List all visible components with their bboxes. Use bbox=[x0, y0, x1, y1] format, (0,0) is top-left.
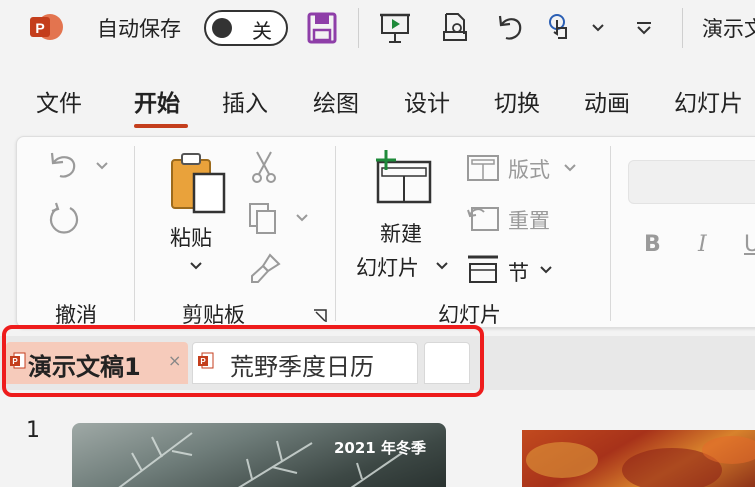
present-from-start-icon[interactable] bbox=[378, 12, 412, 44]
italic-button[interactable]: I bbox=[698, 232, 707, 257]
tab-animations[interactable]: 动画 bbox=[584, 84, 630, 118]
print-preview-icon[interactable] bbox=[440, 12, 470, 44]
underline-button[interactable]: U bbox=[744, 232, 755, 257]
chevron-down-icon[interactable] bbox=[590, 12, 606, 44]
slide-thumbnail-title: 2021 年冬季 bbox=[334, 439, 426, 457]
chevron-down-icon[interactable] bbox=[188, 258, 204, 274]
save-icon[interactable] bbox=[305, 12, 339, 44]
chevron-down-icon[interactable] bbox=[94, 158, 110, 174]
redo-icon[interactable] bbox=[46, 200, 82, 236]
new-slide-label-line1[interactable]: 新建 bbox=[380, 218, 422, 248]
tab-design[interactable]: 设计 bbox=[404, 84, 450, 118]
tab-insert[interactable]: 插入 bbox=[222, 84, 268, 118]
layout-label[interactable]: 版式 bbox=[508, 154, 550, 184]
main-slide-preview[interactable] bbox=[522, 430, 755, 487]
format-painter-icon[interactable] bbox=[248, 252, 282, 286]
section-label[interactable]: 节 bbox=[508, 257, 529, 287]
dialog-launcher-icon[interactable] bbox=[312, 308, 328, 324]
bold-button[interactable]: B bbox=[644, 232, 661, 257]
toolbar-divider bbox=[358, 8, 359, 48]
powerpoint-logo-icon[interactable]: P bbox=[28, 12, 64, 42]
autosave-label: 自动保存 bbox=[97, 17, 181, 41]
new-slide-icon[interactable] bbox=[372, 148, 434, 206]
section-icon[interactable] bbox=[466, 254, 500, 286]
tab-home[interactable]: 开始 bbox=[134, 84, 180, 118]
highlight-box bbox=[2, 325, 484, 397]
svg-text:P: P bbox=[35, 20, 44, 36]
tab-draw[interactable]: 绘图 bbox=[313, 84, 359, 118]
document-title: 演示文 bbox=[702, 17, 755, 41]
reset-icon[interactable] bbox=[466, 204, 500, 232]
undo-icon[interactable] bbox=[46, 150, 82, 184]
toggle-state-label: 关 bbox=[252, 19, 272, 43]
autosave-toggle[interactable]: 关 bbox=[204, 10, 288, 46]
cut-icon[interactable] bbox=[250, 150, 278, 184]
chevron-down-icon[interactable] bbox=[538, 262, 554, 278]
customize-quick-access-icon[interactable] bbox=[634, 12, 654, 44]
slide-number: 1 bbox=[26, 418, 40, 443]
new-slide-label-line2[interactable]: 幻灯片 bbox=[356, 252, 419, 282]
group-divider bbox=[610, 146, 611, 321]
chevron-down-icon[interactable] bbox=[294, 210, 310, 226]
touch-mode-icon[interactable] bbox=[546, 12, 576, 44]
autumn-leaves-image bbox=[526, 436, 755, 487]
toolbar-divider bbox=[682, 8, 683, 48]
chevron-down-icon[interactable] bbox=[562, 160, 578, 176]
paste-label[interactable]: 粘贴 bbox=[170, 222, 212, 252]
group-divider bbox=[335, 146, 336, 321]
undo-icon[interactable] bbox=[494, 12, 526, 44]
copy-icon[interactable] bbox=[246, 202, 282, 236]
font-name-input[interactable] bbox=[628, 160, 755, 204]
ribbon-tabs: 文件 开始 插入 绘图 设计 切换 动画 幻灯片 bbox=[0, 84, 755, 128]
active-tab-indicator bbox=[134, 124, 188, 128]
tab-file[interactable]: 文件 bbox=[36, 84, 82, 118]
group-divider bbox=[134, 146, 135, 321]
layout-icon[interactable] bbox=[466, 154, 500, 182]
paste-icon[interactable] bbox=[168, 152, 228, 216]
toggle-knob bbox=[212, 18, 232, 38]
tab-transitions[interactable]: 切换 bbox=[494, 84, 540, 118]
tab-slideshow[interactable]: 幻灯片 bbox=[674, 84, 743, 118]
reset-label[interactable]: 重置 bbox=[508, 205, 550, 235]
chevron-down-icon[interactable] bbox=[434, 258, 450, 274]
